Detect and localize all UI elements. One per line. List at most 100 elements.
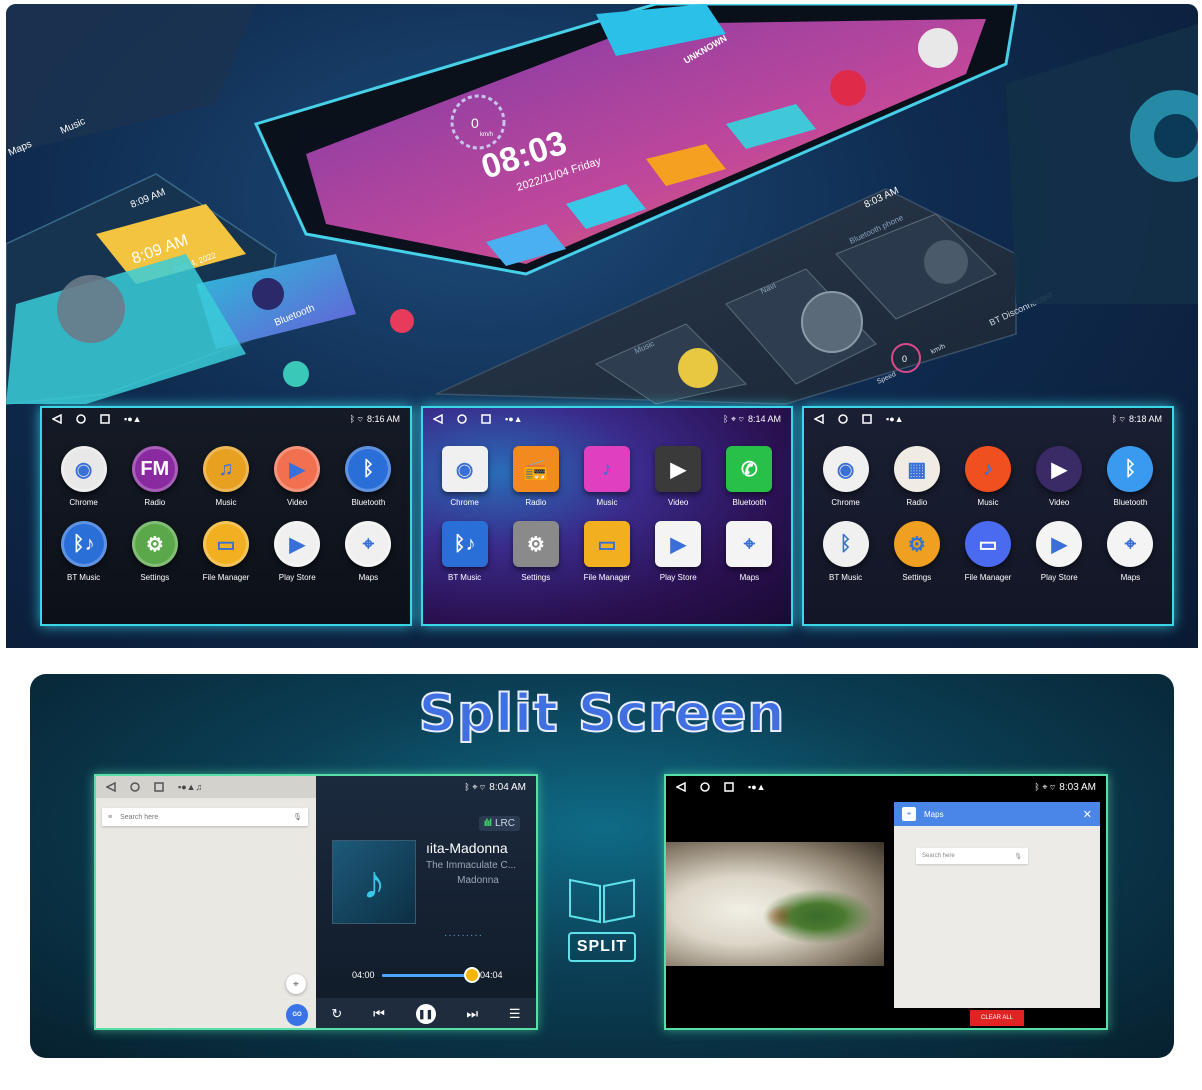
maps-window[interactable]: ⌖ Maps ✕ Search here 🎙 [894,802,1100,1008]
recents-icon[interactable] [724,782,734,792]
app-grid: ◉ Chrome 📻 Radio ♪ Music ▶ Video ✆ Bluetooth ᛒ♪ BT … [423,430,791,582]
app-tile-video[interactable]: ▶ Video [1024,446,1095,507]
recents-icon[interactable] [100,414,110,424]
lyrics-placeholder-dots: ········· [444,930,483,941]
app-tile-play-store[interactable]: ▶ Play Store [262,521,333,582]
progress-bar[interactable] [382,974,472,977]
app-tile-settings[interactable]: ⚙ Settings [500,521,571,582]
app-tile-radio[interactable]: FM Radio [119,446,190,507]
app-tile-settings[interactable]: ⚙ Settings [881,521,952,582]
settings-icon: ⚙ [893,521,940,567]
my-location-button[interactable]: ⌖ [286,974,306,994]
app-tile-music[interactable]: ♪ Music [952,446,1023,507]
app-label: Chrome [69,498,98,507]
split-screen-section: Split Screen ▪●▲♫ ≡ Search here 🎙 ⌖ GO ᛒ… [30,674,1174,1058]
back-icon[interactable] [52,414,62,424]
mic-icon[interactable]: 🎙 [293,813,302,821]
progress-knob[interactable] [466,969,478,981]
back-icon[interactable] [676,782,686,792]
maps-search-bar[interactable]: Search here 🎙 [916,848,1028,864]
home-icon[interactable] [76,414,86,424]
mic-icon[interactable]: 🎙 [1014,853,1022,860]
home-icon[interactable] [130,782,140,792]
video-icon: ▶ [655,446,702,492]
bt-music-icon: ᛒ [822,521,869,567]
app-tile-radio[interactable]: ▦ Radio [881,446,952,507]
split-device-video-maps: ▪●▲ ᛒ ⌖ ♡ 8:03 AM ⌖ Maps ✕ Search here 🎙 … [664,774,1108,1030]
app-tile-maps[interactable]: ⌖ Maps [333,521,404,582]
recents-icon[interactable] [862,414,872,424]
app-tile-maps[interactable]: ⌖ Maps [1095,521,1166,582]
hero-banner: 08:03 2022/11/04 Friday 0 km/h UNKNOWN 8… [6,4,1198,648]
app-tile-play-store[interactable]: ▶ Play Store [1024,521,1095,582]
maps-search-bar[interactable]: ≡ Search here 🎙 [102,808,308,826]
app-tile-bluetooth[interactable]: ᛒ Bluetooth [1095,446,1166,507]
notification-icons: ▪●▲ [124,414,142,424]
app-label: File Manager [964,573,1012,582]
app-tile-chrome[interactable]: ◉ Chrome [48,446,119,507]
home-icon[interactable] [838,414,848,424]
play-store-icon: ▶ [1036,521,1083,567]
app-label: Video [1049,498,1070,507]
app-tile-bluetooth[interactable]: ✆ Bluetooth [714,446,785,507]
app-tile-music[interactable]: ♫ Music [190,446,261,507]
app-tile-music[interactable]: ♪ Music [571,446,642,507]
back-icon[interactable] [433,414,443,424]
lrc-toggle[interactable]: ılıl LRC [478,816,520,831]
bluetooth-status-icon: ᛒ ♡ [1111,414,1125,424]
maps-icon: ⌖ [726,521,773,567]
app-tile-video[interactable]: ▶ Video [643,446,714,507]
app-tile-settings[interactable]: ⚙ Settings [119,521,190,582]
bluetooth-status-icon: ᛒ ⌖ ♡ [464,781,486,792]
app-tile-video[interactable]: ▶ Video [262,446,333,507]
app-label: Settings [902,573,932,582]
file-manager-icon: ▭ [964,521,1011,567]
maps-search-placeholder: Search here [120,813,159,821]
file-manager-icon: ▭ [202,521,249,567]
playlist-icon[interactable]: ☰ [509,1006,521,1022]
clear-all-button[interactable]: CLEAR ALL [970,1010,1024,1026]
split-button[interactable]: SPLIT [568,932,636,962]
app-tile-radio[interactable]: 📻 Radio [500,446,571,507]
status-bar: ▪●▲ ᛒ ⌖ ♡ 8:14 AM [423,408,791,430]
music-icon: ♫ [202,446,249,492]
repeat-icon[interactable]: ↻ [331,1006,342,1022]
app-label: Music [596,498,618,507]
video-playback-frame[interactable] [666,842,884,966]
previous-icon[interactable]: ⏮ [373,1006,385,1022]
back-icon[interactable] [106,782,116,792]
app-tile-file-manager[interactable]: ▭ File Manager [190,521,261,582]
app-tile-bt-music[interactable]: ᛒ♪ BT Music [48,521,119,582]
app-tile-bt-music[interactable]: ᛒ♪ BT Music [429,521,500,582]
next-icon[interactable]: ⏭ [466,1006,478,1022]
file-manager-icon: ▭ [583,521,630,567]
app-tile-chrome[interactable]: ◉ Chrome [429,446,500,507]
app-tile-maps[interactable]: ⌖ Maps [714,521,785,582]
app-tile-file-manager[interactable]: ▭ File Manager [952,521,1023,582]
app-tile-bluetooth[interactable]: ᛒ Bluetooth [333,446,404,507]
app-label: BT Music [66,573,101,582]
recents-icon[interactable] [481,414,491,424]
home-icon[interactable] [700,782,710,792]
app-tile-bt-music[interactable]: ᛒ BT Music [810,521,881,582]
app-label: Video [668,498,689,507]
music-note-icon: ♪ [362,856,386,908]
app-tile-file-manager[interactable]: ▭ File Manager [571,521,642,582]
menu-icon[interactable]: ≡ [108,814,112,821]
app-tile-chrome[interactable]: ◉ Chrome [810,446,881,507]
close-icon[interactable]: ✕ [1083,808,1092,821]
maps-pane[interactable]: ▪●▲♫ ≡ Search here 🎙 ⌖ GO [96,776,316,1028]
home-icon[interactable] [457,414,467,424]
back-icon[interactable] [814,414,824,424]
app-tile-play-store[interactable]: ▶ Play Store [643,521,714,582]
app-label: BT Music [828,573,863,582]
split-device-maps-music: ▪●▲♫ ≡ Search here 🎙 ⌖ GO ᛒ ⌖ ♡ 8:04 AM ı… [94,774,538,1030]
pause-button[interactable]: ❚❚ [415,1004,436,1024]
app-label: BT Music [447,573,482,582]
bluetooth-status-icon: ᛒ ⌖ ♡ [723,413,744,424]
app-label: Bluetooth [1113,498,1148,507]
status-bar: ▪●▲ ᛒ ♡ 8:16 AM [42,408,410,430]
recents-icon[interactable] [154,782,164,792]
status-time: 8:16 AM [366,414,400,424]
go-button[interactable]: GO [286,1004,308,1026]
